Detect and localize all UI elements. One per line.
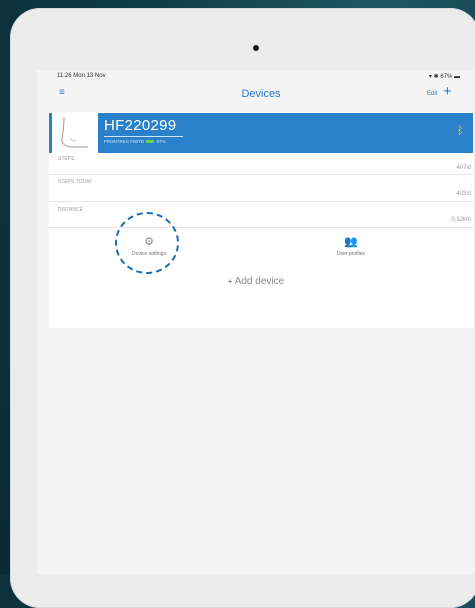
add-device-label: Add device: [234, 276, 285, 287]
battery-status-text: 67%: [440, 74, 453, 80]
status-date: Mon 13 Nov: [73, 73, 106, 79]
device-name-underline: [104, 136, 183, 137]
bluetooth-icon: ᛒ: [457, 125, 464, 137]
foot-icon: [52, 113, 98, 153]
metric-label: STEPS TODAY: [58, 179, 93, 185]
camera-dot: [253, 45, 259, 51]
device-subtitle: FRONTREC F00TD 57%: [104, 139, 166, 144]
metric-row-distance: DISTANCE 0.32km: [49, 202, 473, 228]
app-screen: 11:26 Mon 13 Nov ▾ ✱ 67% ▬ ≡ Devices Edi…: [37, 70, 475, 574]
edit-button[interactable]: Edit: [427, 91, 437, 97]
plus-icon: +: [227, 277, 233, 286]
metric-label: STEPS: [58, 156, 75, 162]
battery-level-bar: [146, 140, 155, 144]
device-card: HF220299 FRONTREC F00TD 57% ᛒ STEPS 407s…: [49, 112, 473, 328]
device-battery-percent: 57%: [156, 139, 166, 144]
add-icon[interactable]: +: [443, 83, 452, 100]
device-model: FRONTREC F00TD: [104, 139, 145, 144]
metric-row-steps-today: STEPS TODAY 403st: [49, 175, 473, 202]
metric-label: DISTANCE: [58, 207, 83, 213]
page-title: Devices: [241, 88, 281, 100]
nav-bar: ≡ Devices Edit +: [37, 82, 475, 110]
user-profiles-button[interactable]: 👥 User profiles: [321, 235, 381, 257]
status-time: 11:26: [57, 73, 72, 79]
add-device-button[interactable]: + Add device: [37, 276, 475, 287]
metric-value: 403st: [456, 191, 471, 197]
status-bar: 11:26 Mon 13 Nov ▾ ✱ 67% ▬: [37, 72, 475, 82]
metric-value: 0.32km: [451, 217, 471, 223]
bluetooth-status-icon: ✱: [433, 74, 439, 80]
device-name: HF220299: [104, 117, 177, 134]
user-profiles-label: User profiles: [336, 251, 366, 257]
wifi-icon: ▾: [428, 74, 432, 80]
metric-value: 407st: [456, 165, 471, 171]
metric-row-steps: STEPS 407st: [49, 154, 473, 175]
device-header[interactable]: HF220299 FRONTREC F00TD 57% ᛒ: [49, 113, 473, 153]
users-icon: 👥: [344, 236, 358, 248]
device-actions: ⚙ Device settings 👥 User profiles: [49, 232, 473, 270]
battery-icon: ▬: [454, 74, 460, 80]
highlight-circle: [115, 212, 179, 274]
